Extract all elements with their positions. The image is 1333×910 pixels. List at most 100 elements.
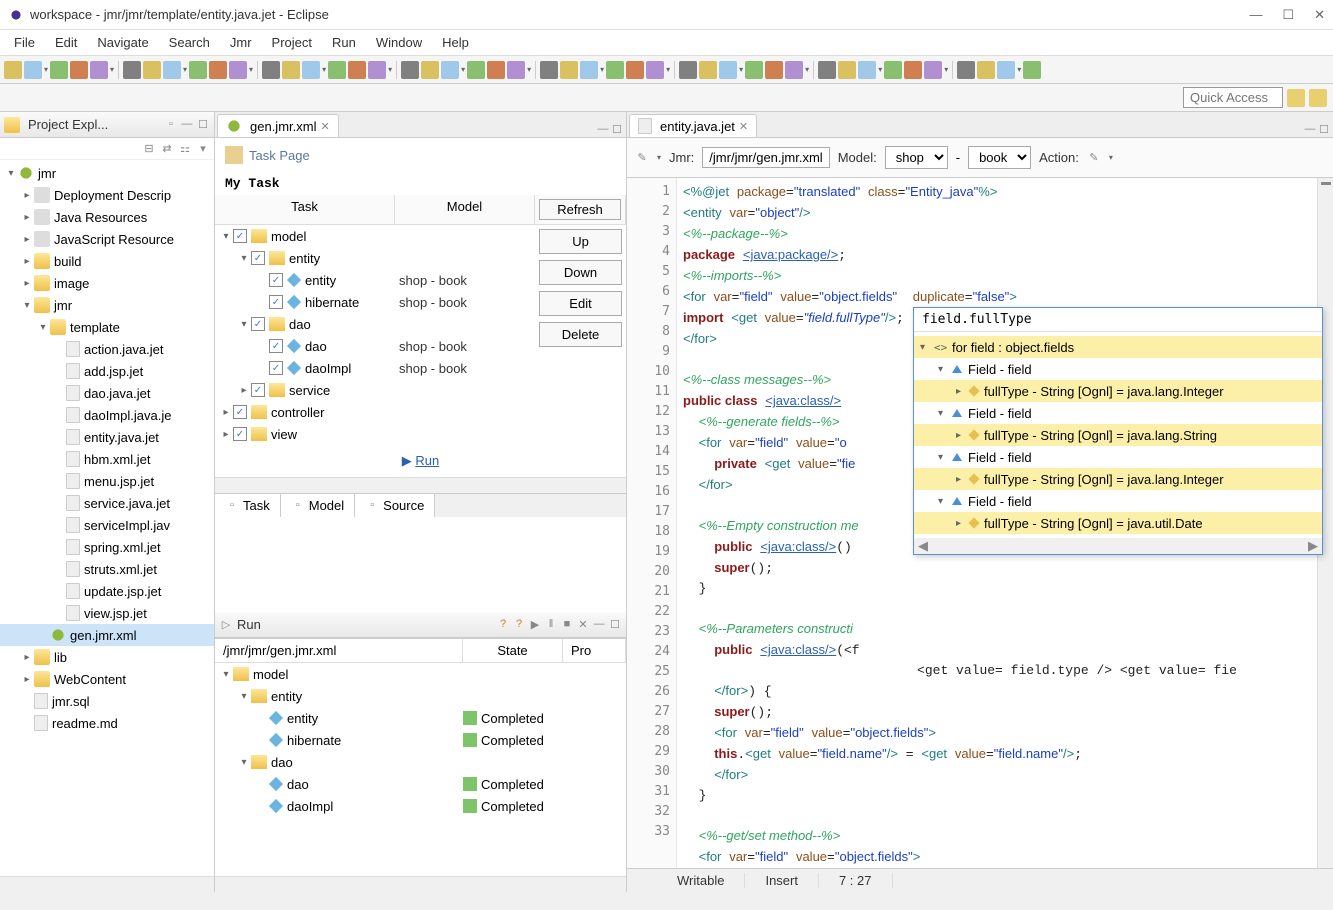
model-select[interactable]: shop xyxy=(885,146,948,169)
tab-entity-java-jet[interactable]: entity.java.jet ✕ xyxy=(629,114,757,137)
editor-max-icon[interactable]: ☐ xyxy=(1317,123,1331,137)
menu-project[interactable]: Project xyxy=(262,32,322,53)
toolbar-icon[interactable] xyxy=(467,61,485,79)
toolbar-icon[interactable] xyxy=(348,61,366,79)
view-menu-icon[interactable]: ▫ xyxy=(164,118,178,132)
tree-row[interactable]: hbm.xml.jet xyxy=(0,448,214,470)
task-row[interactable]: ▾✓model xyxy=(215,225,395,247)
tree-row[interactable]: gen.jmr.xml xyxy=(0,624,214,646)
tree-row[interactable]: ▸Deployment Descrip xyxy=(0,184,214,206)
toolbar-icon[interactable] xyxy=(302,61,320,79)
toolbar-icon[interactable] xyxy=(189,61,207,79)
toolbar-icon[interactable] xyxy=(50,61,68,79)
toolbar-icon[interactable] xyxy=(957,61,975,79)
tree-row[interactable]: view.jsp.jet xyxy=(0,602,214,624)
toolbar-icon[interactable] xyxy=(997,61,1015,79)
action-icon[interactable]: ✎ xyxy=(1087,151,1101,165)
run-row[interactable]: daoCompleted xyxy=(215,773,626,795)
checkbox[interactable]: ✓ xyxy=(269,295,283,309)
toolbar-icon[interactable] xyxy=(507,61,525,79)
popup-row[interactable]: ▾Field - field xyxy=(914,402,1322,424)
content-assist-popup[interactable]: field.fullType ▾<>for field : object.fie… xyxy=(913,307,1323,555)
popup-tree[interactable]: ▾<>for field : object.fields▾Field - fie… xyxy=(914,332,1322,538)
tree-row[interactable]: action.java.jet xyxy=(0,338,214,360)
maximize-button[interactable]: ☐ xyxy=(1282,7,1294,23)
toolbar-icon[interactable] xyxy=(4,61,22,79)
focus-icon[interactable]: ⚏ xyxy=(178,142,192,156)
down-button[interactable]: Down xyxy=(539,260,622,285)
tree-row[interactable]: ▾jmr xyxy=(0,294,214,316)
minimize-editor-icon[interactable]: — xyxy=(596,123,610,137)
maximize-view-icon[interactable]: ☐ xyxy=(196,118,210,132)
popup-row[interactable]: ▾Field - field xyxy=(914,490,1322,512)
menu-help[interactable]: Help xyxy=(432,32,479,53)
run-play-icon[interactable]: ▶ xyxy=(528,618,542,632)
tree-row[interactable]: serviceImpl.jav xyxy=(0,514,214,536)
run-stop-icon[interactable]: ■ xyxy=(560,618,574,632)
toolbar-icon[interactable] xyxy=(421,61,439,79)
run-clear-icon[interactable]: ✕ xyxy=(576,618,590,632)
checkbox[interactable]: ✓ xyxy=(269,273,283,287)
menu-jmr[interactable]: Jmr xyxy=(220,32,262,53)
minimize-button[interactable]: — xyxy=(1249,7,1262,23)
tree-row[interactable]: ▸build xyxy=(0,250,214,272)
project-tree[interactable]: ▾jmr▸Deployment Descrip▸Java Resources▸J… xyxy=(0,160,214,876)
checkbox[interactable]: ✓ xyxy=(233,427,247,441)
task-row[interactable]: ▾✓dao xyxy=(215,313,395,335)
popup-row[interactable]: ▸fullType - String [Ognl] = java.lang.In… xyxy=(914,468,1322,490)
run-row[interactable]: hibernateCompleted xyxy=(215,729,626,751)
run-hscroll[interactable] xyxy=(215,876,626,892)
close-button[interactable]: ✕ xyxy=(1314,7,1325,23)
popup-hscroll[interactable]: ◀▶ xyxy=(914,538,1322,554)
collapse-all-icon[interactable]: ⊟ xyxy=(142,142,156,156)
mode-tab-task[interactable]: ▫Task xyxy=(215,494,281,517)
tree-row[interactable]: ▾template xyxy=(0,316,214,338)
edit-button[interactable]: Edit xyxy=(539,291,622,316)
tree-row[interactable]: dao.java.jet xyxy=(0,382,214,404)
run-row[interactable]: daoImplCompleted xyxy=(215,795,626,817)
tree-row[interactable]: struts.xml.jet xyxy=(0,558,214,580)
mode-tab-model[interactable]: ▫Model xyxy=(281,494,355,517)
tree-row[interactable]: ▸JavaScript Resource xyxy=(0,228,214,250)
run-row[interactable]: ▾model xyxy=(215,663,626,685)
model2-select[interactable]: book xyxy=(968,146,1031,169)
popup-row[interactable]: ▾Field - field xyxy=(914,446,1322,468)
menu-navigate[interactable]: Navigate xyxy=(87,32,158,53)
task-row[interactable]: ▸✓service xyxy=(215,379,395,401)
toolbar-icon[interactable] xyxy=(24,61,42,79)
maximize-editor-icon[interactable]: ☐ xyxy=(610,123,624,137)
quick-access-input[interactable] xyxy=(1183,87,1283,108)
editor-tool-icon[interactable]: ✎ xyxy=(635,151,649,165)
menu-edit[interactable]: Edit xyxy=(45,32,87,53)
task-row[interactable]: ✓daoImpl xyxy=(215,357,395,379)
task-row[interactable]: ▾✓entity xyxy=(215,247,395,269)
menu-search[interactable]: Search xyxy=(159,32,220,53)
popup-row[interactable]: ▾Field - field xyxy=(914,358,1322,380)
toolbar-icon[interactable] xyxy=(818,61,836,79)
toolbar-icon[interactable] xyxy=(765,61,783,79)
menu-run[interactable]: Run xyxy=(322,32,366,53)
run-tree[interactable]: ▾model▾entityentityCompletedhibernateCom… xyxy=(215,663,626,876)
checkbox[interactable]: ✓ xyxy=(251,383,265,397)
popup-row[interactable]: ▸fullType - String [Ognl] = java.lang.St… xyxy=(914,424,1322,446)
toolbar-icon[interactable] xyxy=(924,61,942,79)
toolbar-icon[interactable] xyxy=(719,61,737,79)
toolbar-icon[interactable] xyxy=(904,61,922,79)
toolbar-icon[interactable] xyxy=(977,61,995,79)
task-row[interactable]: ▸✓controller xyxy=(215,401,395,423)
run-pause-icon[interactable]: ‖ xyxy=(544,618,558,632)
task-hscroll[interactable] xyxy=(215,477,626,493)
toolbar-icon[interactable] xyxy=(679,61,697,79)
toolbar-icon[interactable] xyxy=(884,61,902,79)
tree-row[interactable]: menu.jsp.jet xyxy=(0,470,214,492)
toolbar-icon[interactable] xyxy=(540,61,558,79)
delete-button[interactable]: Delete xyxy=(539,322,622,347)
toolbar-icon[interactable] xyxy=(441,61,459,79)
tree-row[interactable]: entity.java.jet xyxy=(0,426,214,448)
help2-icon[interactable]: ? xyxy=(512,618,526,632)
toolbar-icon[interactable] xyxy=(1023,61,1041,79)
toolbar-icon[interactable] xyxy=(209,61,227,79)
run-row[interactable]: entityCompleted xyxy=(215,707,626,729)
tree-row[interactable]: ▸image xyxy=(0,272,214,294)
close-tab-icon[interactable]: ✕ xyxy=(320,120,329,133)
